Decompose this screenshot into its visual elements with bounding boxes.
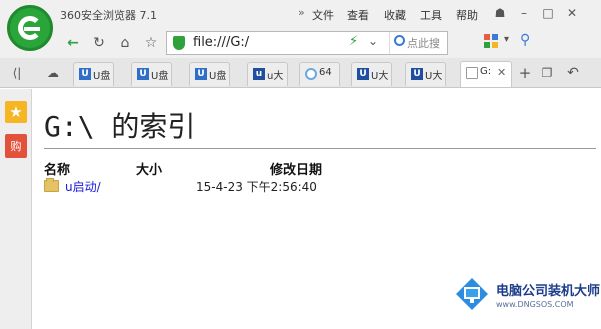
nav-toolbar: ← ↻ ⌂ ☆ file:///G:/ ⚡ ⌄ 点此搜 ▾ ⚲ <box>0 28 601 58</box>
page-favicon-icon: U <box>411 68 423 80</box>
page-favicon-icon: U <box>79 68 91 80</box>
column-header-size[interactable]: 大小 <box>136 159 162 178</box>
title-bar: 360安全浏览器 7.1 » 文件 查看 收藏 工具 帮助 ☗ – □ ✕ <box>0 0 601 28</box>
table-row: u启动/ 15-4-23 下午2:56:40 <box>44 178 384 194</box>
shopping-bag-icon[interactable]: 购 <box>5 134 27 158</box>
column-header-modified[interactable]: 修改日期 <box>270 159 322 178</box>
close-window-icon[interactable]: ✕ <box>562 4 582 22</box>
menu-file[interactable]: 文件 <box>312 7 334 23</box>
favorites-star-icon[interactable]: ★ <box>5 101 27 123</box>
refresh-icon[interactable]: ↻ <box>89 33 109 53</box>
tab-item[interactable]: U U大 <box>405 62 446 86</box>
divider <box>44 148 596 149</box>
watermark-logo-icon <box>456 278 488 310</box>
search-placeholder: 点此搜 <box>407 37 440 50</box>
document-icon <box>466 67 478 79</box>
search-box[interactable]: 点此搜 <box>389 32 447 54</box>
page-favicon-icon: U <box>195 68 207 80</box>
menu-favorites[interactable]: 收藏 <box>384 7 406 23</box>
tab-title: U盘 <box>93 71 111 82</box>
app-title: 360安全浏览器 7.1 <box>60 9 157 22</box>
tab-item[interactable]: U U盘 <box>189 62 230 86</box>
tab-title: u大 <box>267 71 284 82</box>
tab-scroll-left-icon[interactable]: ⟨| <box>8 64 26 82</box>
tab-title: U盘 <box>209 71 227 82</box>
url-text[interactable]: file:///G:/ <box>193 35 249 50</box>
security-shield-icon <box>173 36 185 50</box>
tab-list-icon[interactable]: ❐ <box>538 64 556 82</box>
tab-item[interactable]: U U大 <box>351 62 392 86</box>
folder-icon <box>44 178 59 192</box>
file-link[interactable]: u启动/ <box>65 178 101 195</box>
browser-logo <box>7 5 53 51</box>
tab-item[interactable]: U U盘 <box>131 62 172 86</box>
tab-title: G: <box>480 66 492 77</box>
tab-item-active[interactable]: G: ✕ <box>460 61 512 87</box>
page-favicon-icon: U <box>357 68 369 80</box>
tab-title: U大 <box>425 71 443 82</box>
cloud-tab-icon[interactable]: ☁ <box>44 64 62 82</box>
tab-item[interactable]: u u大 <box>247 62 288 86</box>
chevron-down-icon[interactable]: ⌄ <box>368 34 378 48</box>
back-icon[interactable]: ← <box>63 33 83 53</box>
menu-overflow-icon[interactable]: » <box>298 6 305 19</box>
page-favicon-icon: u <box>253 68 265 80</box>
apps-chevron-icon[interactable]: ▾ <box>504 34 509 45</box>
tab-title: 64 <box>319 67 332 78</box>
maximize-icon[interactable]: □ <box>538 4 558 22</box>
tab-title: U大 <box>371 71 389 82</box>
search-icon <box>394 35 405 46</box>
column-header-name[interactable]: 名称 <box>44 159 70 178</box>
address-bar[interactable]: file:///G:/ ⚡ ⌄ 点此搜 <box>166 31 448 55</box>
speed-mode-icon[interactable]: ⚡ <box>349 34 358 49</box>
watermark: 电脑公司装机大师 www.DNGSOS.COM <box>448 270 601 329</box>
undo-close-icon[interactable]: ↶ <box>564 64 582 82</box>
tab-item[interactable]: U U盘 <box>73 62 114 86</box>
toolbar-search-icon[interactable]: ⚲ <box>520 32 530 48</box>
tab-title: U盘 <box>151 71 169 82</box>
menu-help[interactable]: 帮助 <box>456 7 478 23</box>
page-favicon-icon <box>305 68 317 80</box>
new-tab-icon[interactable]: + <box>516 64 534 82</box>
tab-bar: ⟨| ☁ U U盘 U U盘 U U盘 u u大 64 U U大 U U大 G:… <box>0 58 601 88</box>
close-tab-icon[interactable]: ✕ <box>497 66 506 79</box>
skin-icon[interactable]: ☗ <box>490 4 510 22</box>
menu-view[interactable]: 查看 <box>347 7 369 23</box>
sidebar: ★ 购 <box>0 89 32 329</box>
apps-grid-icon[interactable] <box>484 34 500 50</box>
page-title: G:\ 的索引 <box>44 110 196 143</box>
home-icon[interactable]: ⌂ <box>115 33 135 53</box>
tab-item[interactable]: 64 <box>299 62 340 86</box>
file-modified: 15-4-23 下午2:56:40 <box>196 180 317 194</box>
watermark-title: 电脑公司装机大师 <box>496 284 601 299</box>
menu-tools[interactable]: 工具 <box>420 7 442 23</box>
favorite-star-icon[interactable]: ☆ <box>141 33 161 53</box>
minimize-icon[interactable]: – <box>514 4 534 22</box>
watermark-subtitle: www.DNGSOS.COM <box>496 300 574 309</box>
page-favicon-icon: U <box>137 68 149 80</box>
